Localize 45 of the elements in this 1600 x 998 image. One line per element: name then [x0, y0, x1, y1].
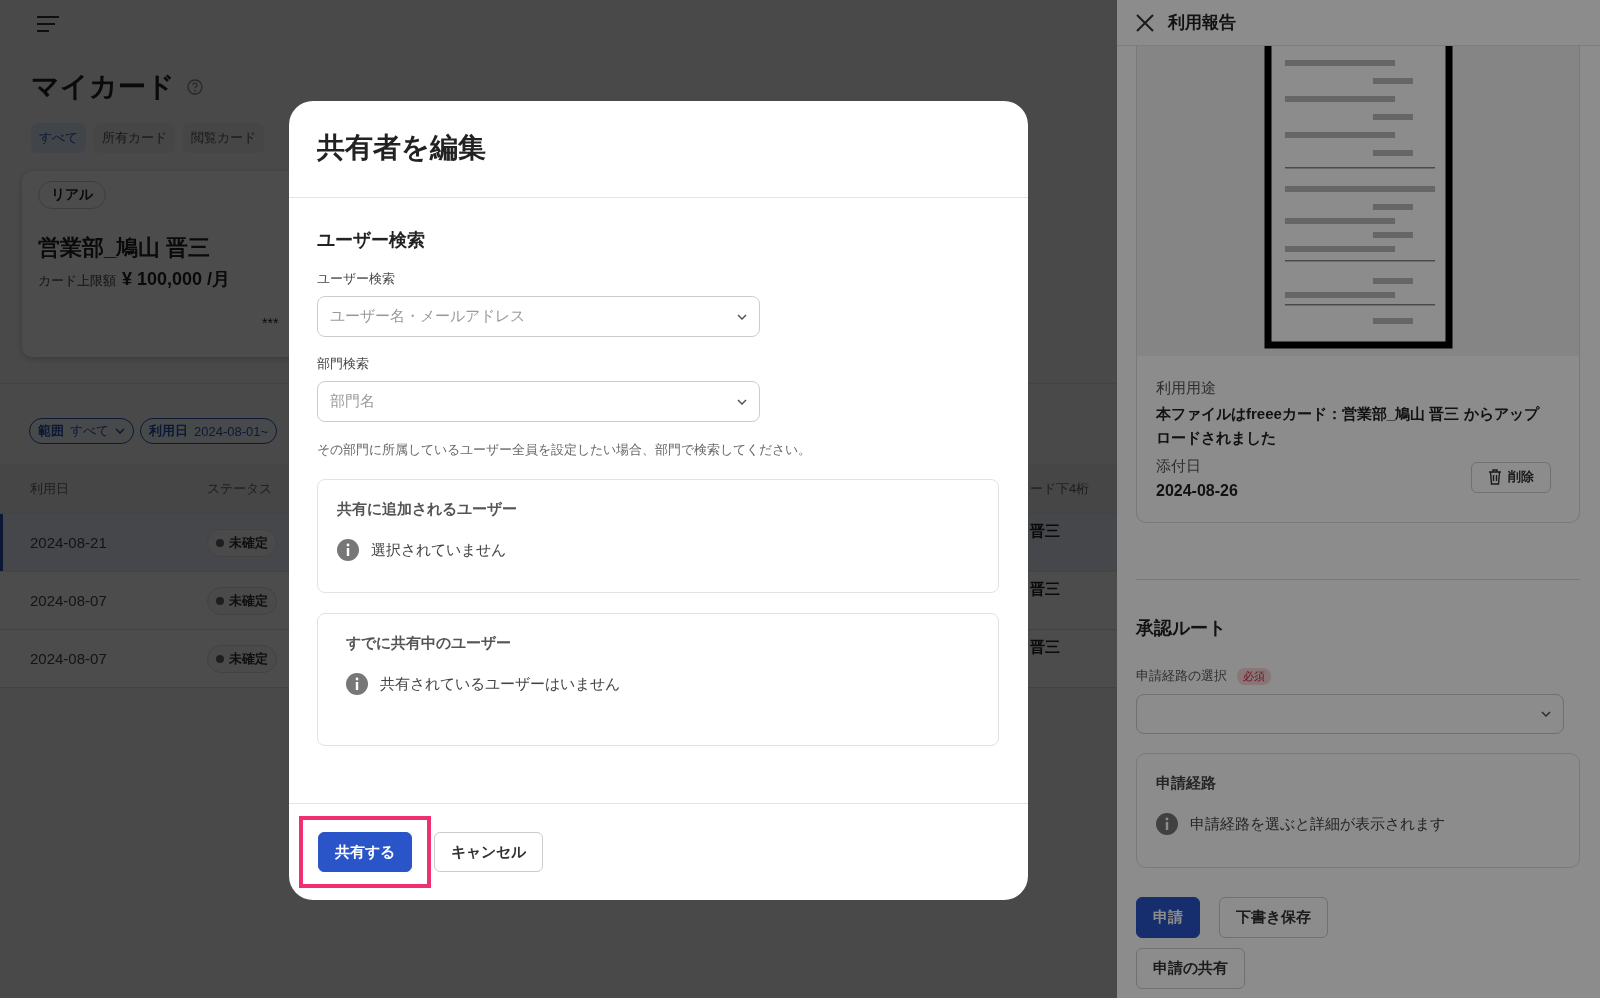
share-button[interactable]: 共有する	[318, 832, 412, 872]
info-icon	[346, 673, 368, 695]
field-label: 申請経路の選択	[1136, 667, 1227, 685]
delete-button[interactable]: 削除	[1471, 461, 1551, 493]
table-cell-text: 晋三	[1030, 521, 1061, 541]
close-icon	[1136, 13, 1154, 32]
info-text: 選択されていません	[371, 540, 506, 560]
date-cell-text: 2024-08-07	[29, 650, 108, 667]
date-cell-text: 2024-08-07	[29, 592, 108, 609]
chevron-icon	[737, 398, 747, 405]
box-title: すでに共有中のユーザー	[346, 634, 512, 653]
table-cell-text: 晋三	[1030, 637, 1061, 657]
secondary-button[interactable]: 申請の共有	[1136, 948, 1245, 989]
chevron-icon	[1541, 711, 1551, 717]
box-title: 申請経路	[1156, 774, 1217, 793]
section-heading: ユーザー検索	[317, 229, 426, 252]
route-select[interactable]	[1136, 694, 1564, 734]
dialog-title: 共有者を編集	[317, 131, 487, 165]
cancel-button[interactable]: キャンセル	[434, 832, 543, 872]
field-label: 利用用途	[1156, 378, 1217, 398]
hint-text: その部門に所属しているユーザー全員を設定したい場合、部門で検索してください。	[317, 442, 812, 459]
info-text: 申請経路を選ぶと詳細が表示されます	[1190, 814, 1445, 834]
field-label: 添付日	[1156, 456, 1202, 476]
table-cell-text: 晋三	[1030, 579, 1061, 599]
field-label: 部門検索	[317, 355, 370, 373]
trash-icon	[1488, 469, 1502, 485]
purpose-text: 本ファイルはfreeeカード：営業部_鳩山 晋三 からアップロードされました	[1156, 404, 1541, 448]
limit-amount: ¥ 100,000 /月	[122, 268, 231, 291]
search-field[interactable]: 部門名	[317, 381, 760, 422]
chevron-icon	[737, 313, 747, 320]
search-field[interactable]: ユーザー名・メールアドレス	[317, 296, 760, 337]
info-icon	[1156, 813, 1178, 835]
panel-title: 利用報告	[1168, 12, 1236, 34]
card-number: ***	[262, 315, 279, 331]
card-holder-name: 営業部_鳩山 晋三	[38, 234, 211, 262]
required-badge: 必須	[1237, 667, 1271, 685]
info-icon	[337, 539, 359, 561]
info-text: 共有されているユーザーはいません	[380, 674, 620, 694]
submit-button[interactable]: 申請	[1136, 897, 1200, 938]
secondary-button[interactable]: 下書き保存	[1219, 897, 1328, 938]
section-heading: 承認ルート	[1136, 617, 1227, 640]
box-title: 共有に追加されるユーザー	[337, 500, 518, 519]
attached-date: 2024-08-26	[1156, 482, 1238, 500]
page-title: マイカード	[31, 70, 175, 104]
field-label: ユーザー検索	[317, 270, 396, 288]
